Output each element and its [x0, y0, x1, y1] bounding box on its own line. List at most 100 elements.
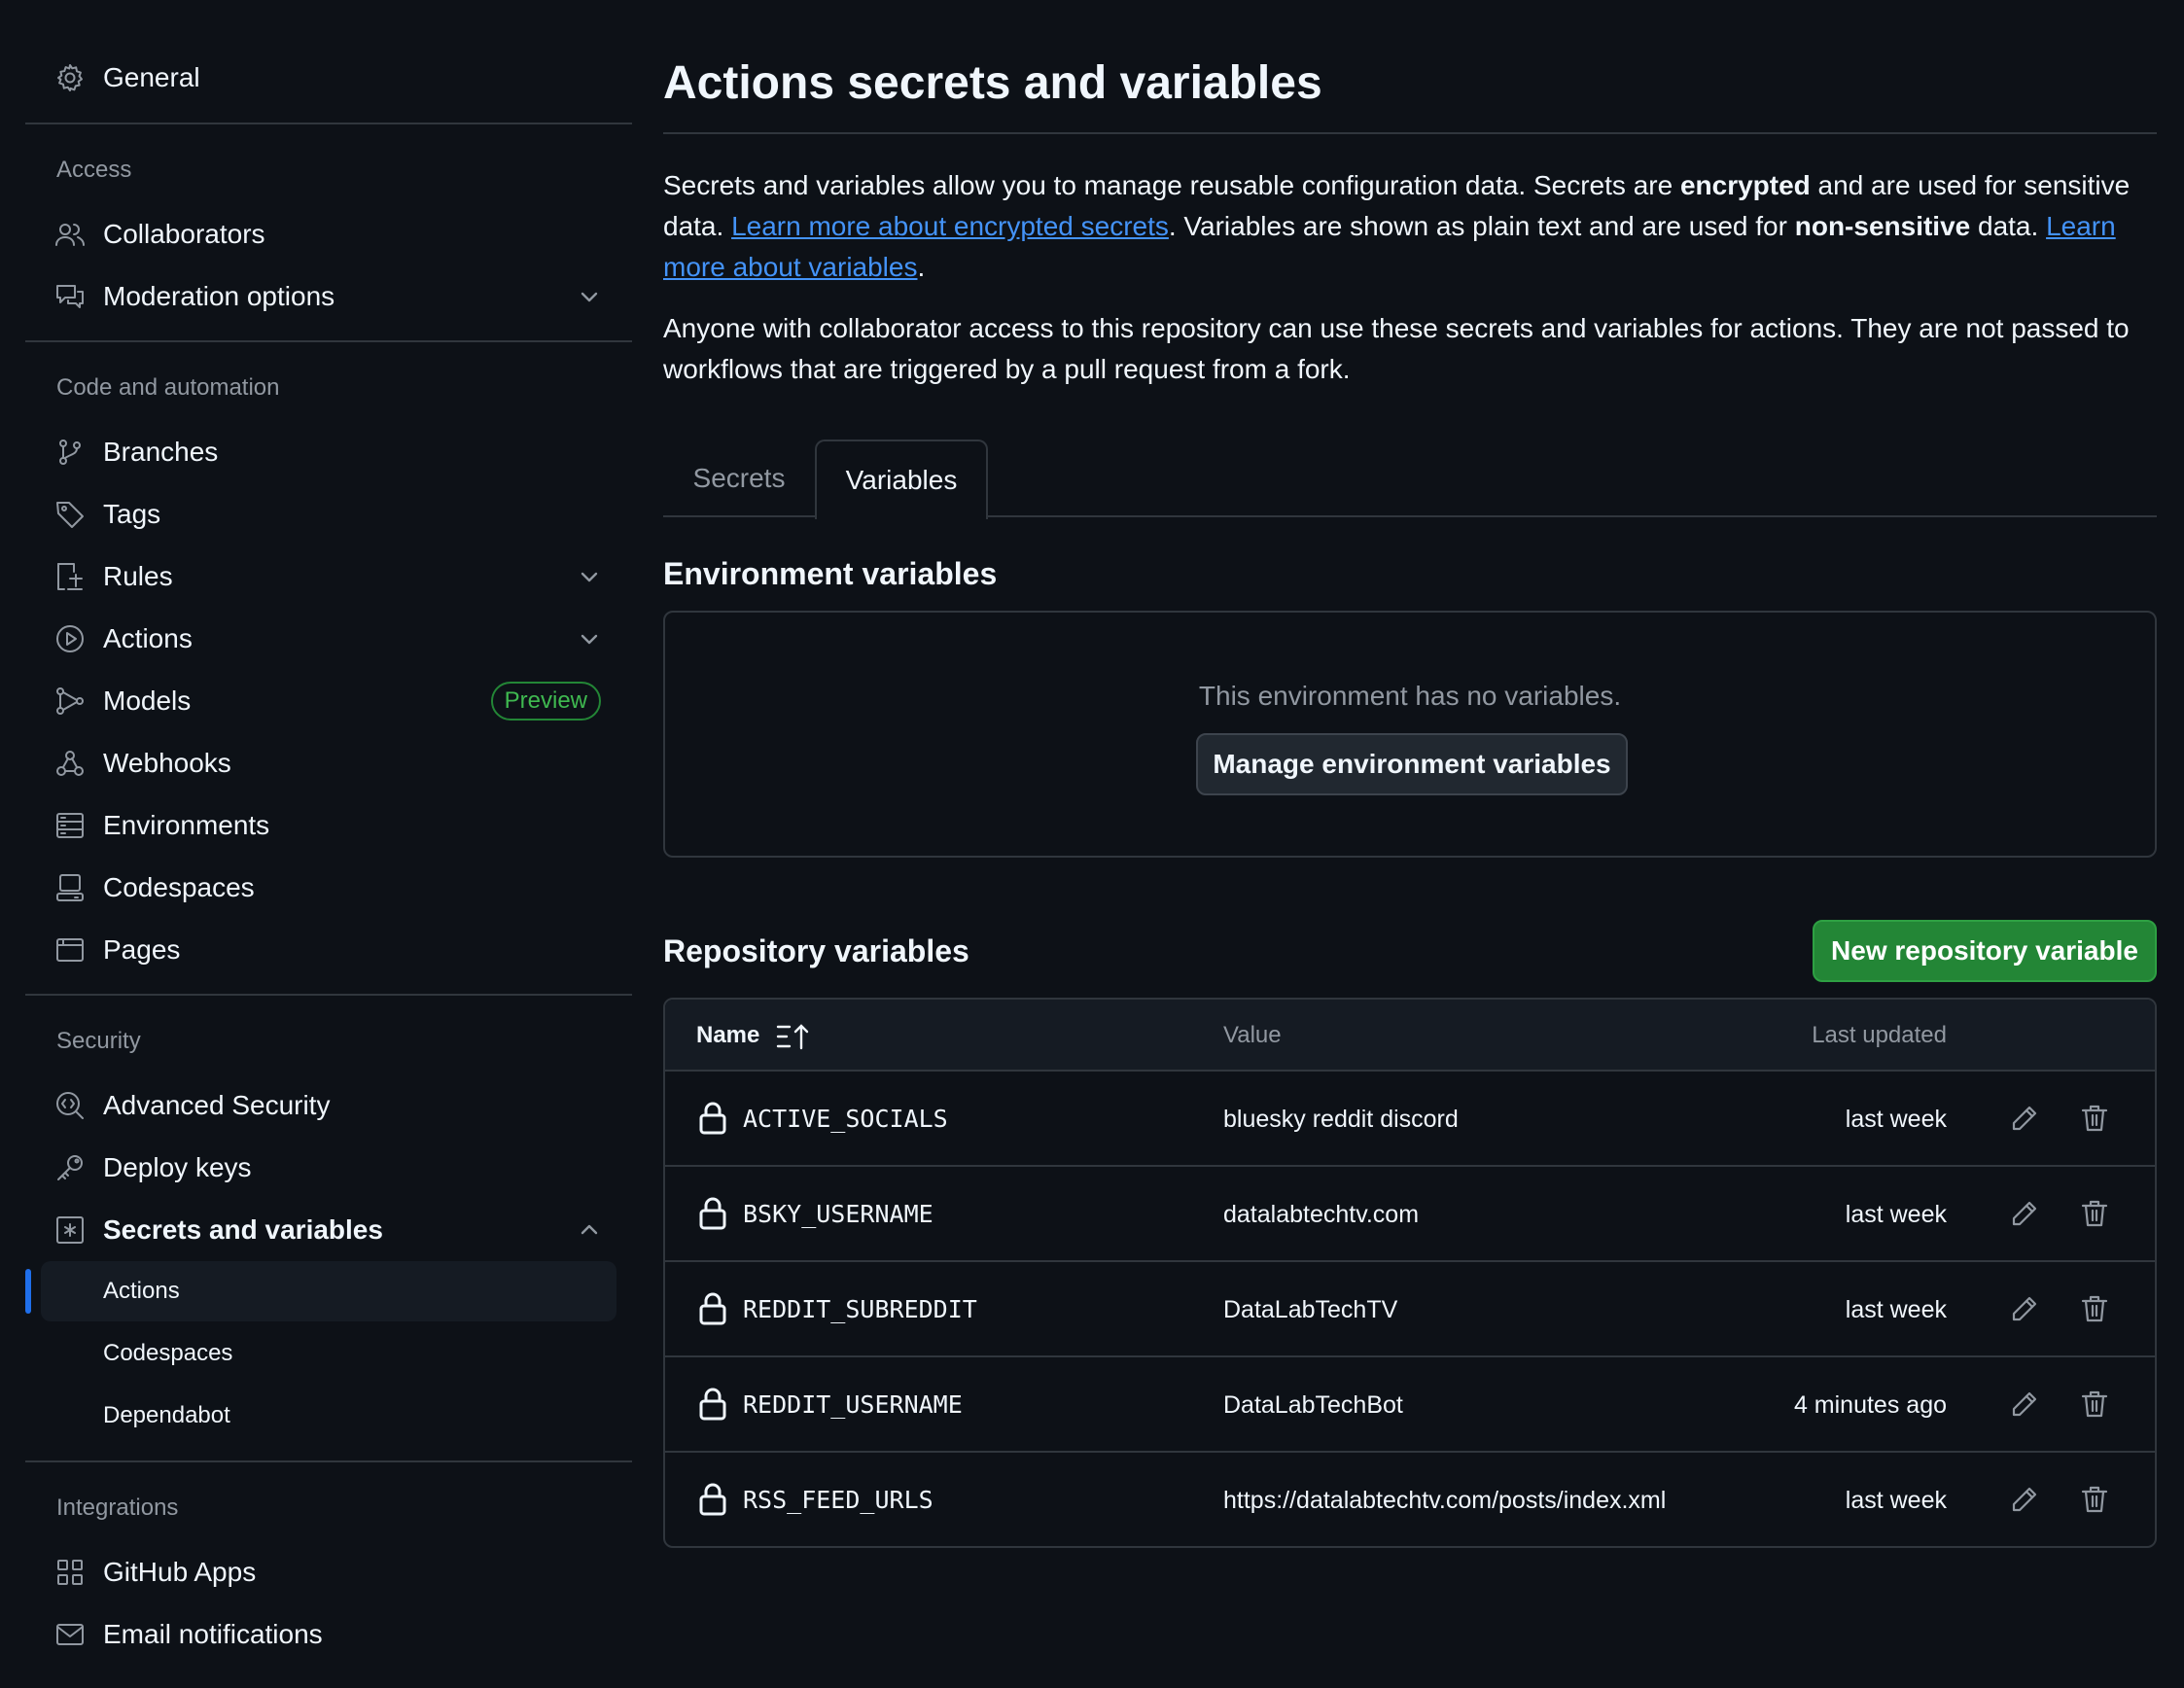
- empty-state-text: This environment has no variables.: [1198, 681, 1622, 711]
- variable-last-updated: last week: [1845, 1106, 1947, 1133]
- collaborator-access-paragraph: Anyone with collaborator access to this …: [663, 313, 2130, 384]
- column-header-last-updated: Last updated: [1812, 1022, 1947, 1048]
- intro-emphasis-encrypted: encrypted: [1679, 170, 1811, 200]
- sidebar-item-tags[interactable]: Tags: [25, 485, 632, 544]
- play-icon: [54, 623, 86, 654]
- table-row: BSKY_USERNAME datalabtechtv.com last wee…: [665, 1167, 2155, 1262]
- learn-more-encrypted-secrets-link[interactable]: Learn more about encrypted secrets: [731, 211, 1169, 241]
- people-icon: [54, 219, 86, 250]
- variable-name: BSKY_USERNAME: [743, 1200, 933, 1228]
- sidebar-item-environments[interactable]: Environments: [25, 796, 632, 855]
- browser-icon: [54, 934, 86, 966]
- sidebar-subitem-codespaces[interactable]: Codespaces: [41, 1323, 616, 1384]
- sidebar-item-general[interactable]: General: [25, 49, 632, 107]
- sidebar-item-branches[interactable]: Branches: [25, 423, 632, 481]
- variable-value: datalabtechtv.com: [1223, 1201, 1420, 1228]
- sidebar-subitem-label: Actions: [103, 1278, 180, 1304]
- repository-variables-table: Name Value Last updated ACTIVE_SOCIALS b…: [663, 998, 2157, 1548]
- sort-ascending-icon[interactable]: [776, 1023, 809, 1050]
- section-title-integrations: Integrations: [56, 1495, 179, 1521]
- pencil-icon[interactable]: [2009, 1293, 2040, 1324]
- sidebar-item-label: Codespaces: [103, 872, 255, 902]
- variable-name: RSS_FEED_URLS: [743, 1486, 933, 1514]
- preview-badge: Preview: [490, 682, 601, 721]
- page-title: Actions secrets and variables: [663, 57, 1322, 109]
- lock-icon: [698, 1196, 727, 1231]
- sidebar-item-label: Models: [103, 686, 192, 716]
- settings-sidebar: General Access Collaborators Moderation …: [25, 0, 632, 1688]
- sidebar-item-label: Moderation options: [103, 281, 335, 311]
- sidebar-item-actions[interactable]: Actions: [25, 610, 632, 668]
- pencil-icon[interactable]: [2009, 1484, 2040, 1515]
- server-icon: [54, 810, 86, 841]
- sidebar-item-label: Advanced Security: [103, 1090, 331, 1120]
- variable-value: https://datalabtechtv.com/posts/index.xm…: [1223, 1487, 1667, 1514]
- variable-value: DataLabTechTV: [1223, 1296, 1398, 1323]
- codescan-icon: [54, 1090, 86, 1121]
- sidebar-subitem-actions[interactable]: Actions: [41, 1261, 616, 1321]
- comment-discussion-icon: [54, 281, 86, 312]
- chevron-down-icon[interactable]: [576, 283, 603, 310]
- sidebar-item-codespaces[interactable]: Codespaces: [25, 859, 632, 917]
- section-title-access: Access: [56, 157, 132, 183]
- sidebar-divider: [25, 994, 632, 996]
- sidebar-item-rules[interactable]: Rules: [25, 547, 632, 606]
- sidebar-item-models[interactable]: Models Preview: [25, 672, 632, 730]
- sidebar-item-label: Rules: [103, 561, 173, 591]
- intro-text: Secrets and variables allow you to manag…: [663, 170, 1680, 200]
- codespaces-icon: [54, 872, 86, 903]
- pencil-icon[interactable]: [2009, 1103, 2040, 1134]
- sidebar-subitem-label: Codespaces: [103, 1340, 233, 1366]
- intro-text: data.: [1970, 211, 2047, 241]
- intro-text: .: [917, 252, 926, 282]
- sidebar-item-email-notifications[interactable]: Email notifications: [25, 1605, 632, 1664]
- tab-secrets[interactable]: Secrets: [663, 440, 815, 517]
- trash-icon[interactable]: [2079, 1389, 2110, 1420]
- main-content: Actions secrets and variables Secrets an…: [663, 0, 2157, 1688]
- sidebar-item-deploy-keys[interactable]: Deploy keys: [25, 1139, 632, 1197]
- trash-icon[interactable]: [2079, 1484, 2110, 1515]
- lock-icon: [698, 1101, 727, 1136]
- sidebar-item-webhooks[interactable]: Webhooks: [25, 734, 632, 792]
- manage-environment-variables-button[interactable]: Manage environment variables: [1196, 733, 1628, 795]
- variable-name: REDDIT_USERNAME: [743, 1390, 963, 1419]
- environment-variables-heading: Environment variables: [663, 556, 998, 591]
- column-header-name[interactable]: Name: [696, 1019, 759, 1052]
- trash-icon[interactable]: [2079, 1103, 2110, 1134]
- sidebar-item-collaborators[interactable]: Collaborators: [25, 205, 632, 264]
- chevron-down-icon[interactable]: [576, 563, 603, 590]
- repository-variables-heading: Repository variables: [663, 933, 969, 968]
- sidebar-item-pages[interactable]: Pages: [25, 921, 632, 979]
- sidebar-divider: [25, 340, 632, 342]
- lock-icon: [698, 1387, 727, 1422]
- sidebar-item-label: Email notifications: [103, 1619, 323, 1649]
- new-repository-variable-button[interactable]: New repository variable: [1813, 920, 2157, 982]
- branch-icon: [54, 437, 86, 468]
- active-item-indicator: [25, 1269, 31, 1314]
- models-icon: [54, 686, 86, 717]
- sidebar-item-label: Collaborators: [103, 219, 265, 249]
- sidebar-divider: [25, 1460, 632, 1462]
- variable-value: DataLabTechBot: [1223, 1391, 1403, 1419]
- sidebar-item-label: Webhooks: [103, 748, 231, 778]
- pencil-icon[interactable]: [2009, 1198, 2040, 1229]
- intro-text: . Variables are shown as plain text and …: [1168, 211, 1795, 241]
- sidebar-item-label: Environments: [103, 810, 270, 840]
- variable-name: ACTIVE_SOCIALS: [743, 1105, 948, 1133]
- trash-icon[interactable]: [2079, 1198, 2110, 1229]
- environment-variables-box: This environment has no variables. Manag…: [663, 611, 2157, 858]
- intro-emphasis-non-sensitive: non-sensitive: [1794, 211, 1971, 241]
- tab-variables[interactable]: Variables: [815, 440, 988, 519]
- sidebar-item-secrets-and-variables[interactable]: Secrets and variables: [25, 1201, 632, 1259]
- sidebar-subitem-dependabot[interactable]: Dependabot: [41, 1386, 616, 1446]
- sidebar-item-moderation-options[interactable]: Moderation options: [25, 267, 632, 326]
- lock-icon: [698, 1482, 727, 1517]
- pencil-icon[interactable]: [2009, 1389, 2040, 1420]
- trash-icon[interactable]: [2079, 1293, 2110, 1324]
- sidebar-item-label: Tags: [103, 499, 161, 529]
- sidebar-item-github-apps[interactable]: GitHub Apps: [25, 1543, 632, 1601]
- chevron-up-icon[interactable]: [576, 1216, 603, 1244]
- lock-icon: [698, 1291, 727, 1326]
- chevron-down-icon[interactable]: [576, 625, 603, 652]
- sidebar-item-advanced-security[interactable]: Advanced Security: [25, 1076, 632, 1135]
